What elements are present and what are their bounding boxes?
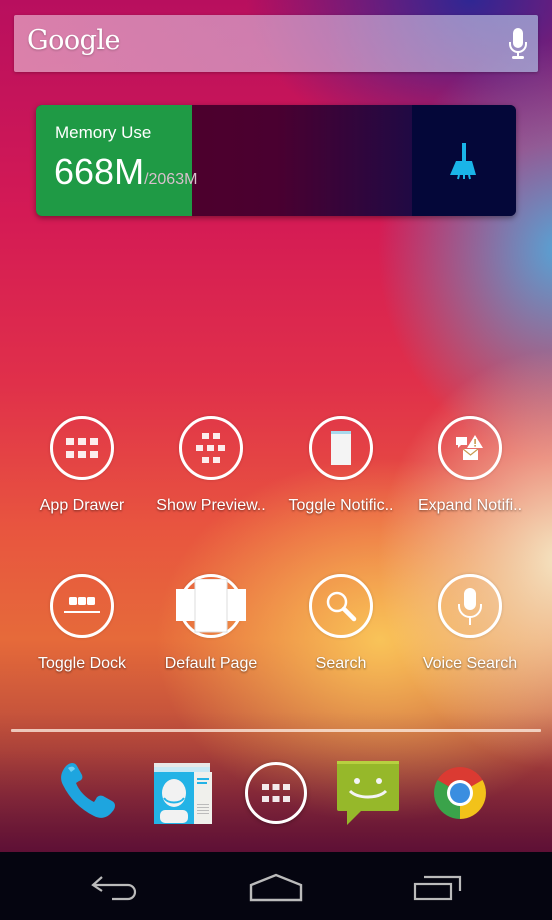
dock-chrome[interactable] [427, 760, 493, 826]
shortcut-voice-search[interactable]: Voice Search [405, 574, 535, 673]
back-button[interactable] [80, 870, 150, 906]
phone-icon [61, 763, 115, 818]
shortcut-search[interactable]: Search [276, 574, 406, 673]
app-drawer-icon [66, 438, 98, 458]
dock-phone[interactable] [58, 760, 124, 826]
chrome-icon [434, 767, 486, 819]
dock-messaging[interactable] [335, 760, 401, 826]
memory-title: Memory Use [55, 123, 152, 142]
search-icon [326, 591, 357, 622]
shortcut-toggle-dock[interactable]: Toggle Dock [17, 574, 147, 673]
toggle-notification-icon [331, 431, 351, 465]
shortcut-toggle-notification[interactable]: Toggle Notific.. [276, 416, 406, 515]
shortcut-label: Voice Search [422, 655, 518, 672]
dock-all-apps[interactable] [243, 760, 309, 826]
app-drawer-icon [262, 784, 290, 802]
dock-divider [11, 729, 541, 732]
shortcut-label: Default Page [164, 655, 258, 672]
shortcut-default-page[interactable]: Default Page [146, 574, 276, 673]
mic-icon[interactable] [508, 27, 528, 61]
memory-used: 668M [54, 151, 145, 192]
toggle-dock-icon [64, 597, 100, 613]
home-icon [249, 873, 303, 902]
broom-icon [450, 142, 476, 179]
expand-notification-icon [456, 435, 483, 460]
shortcut-label: Expand Notifi.. [417, 497, 523, 514]
google-search-bar[interactable]: Google [14, 15, 538, 72]
memory-use-widget[interactable]: Memory Use 668M/2063M [36, 105, 516, 216]
recents-button[interactable] [403, 870, 473, 906]
memory-value: 668M/2063M [54, 151, 197, 193]
shortcut-label: Show Preview.. [156, 497, 266, 514]
shortcut-app-drawer[interactable]: App Drawer [17, 416, 147, 515]
memory-total: /2063M [144, 171, 198, 188]
contacts-icon [154, 763, 212, 824]
google-logo: Google [27, 25, 120, 56]
dock-contacts[interactable] [150, 760, 216, 826]
default-page-icon [176, 579, 246, 633]
back-icon [91, 876, 137, 901]
show-preview-icon [196, 433, 225, 463]
navigation-bar [0, 852, 552, 920]
messaging-icon [337, 761, 399, 825]
home-button[interactable] [241, 870, 311, 906]
voice-search-icon [458, 588, 482, 625]
clean-memory-button[interactable] [412, 105, 516, 216]
shortcut-label: App Drawer [39, 497, 125, 514]
shortcut-label: Toggle Dock [37, 655, 127, 672]
shortcut-expand-notification[interactable]: Expand Notifi.. [405, 416, 535, 515]
shortcut-show-preview[interactable]: Show Preview.. [146, 416, 276, 515]
shortcut-label: Search [315, 655, 367, 672]
shortcut-label: Toggle Notific.. [288, 497, 394, 514]
recents-icon [413, 875, 462, 901]
